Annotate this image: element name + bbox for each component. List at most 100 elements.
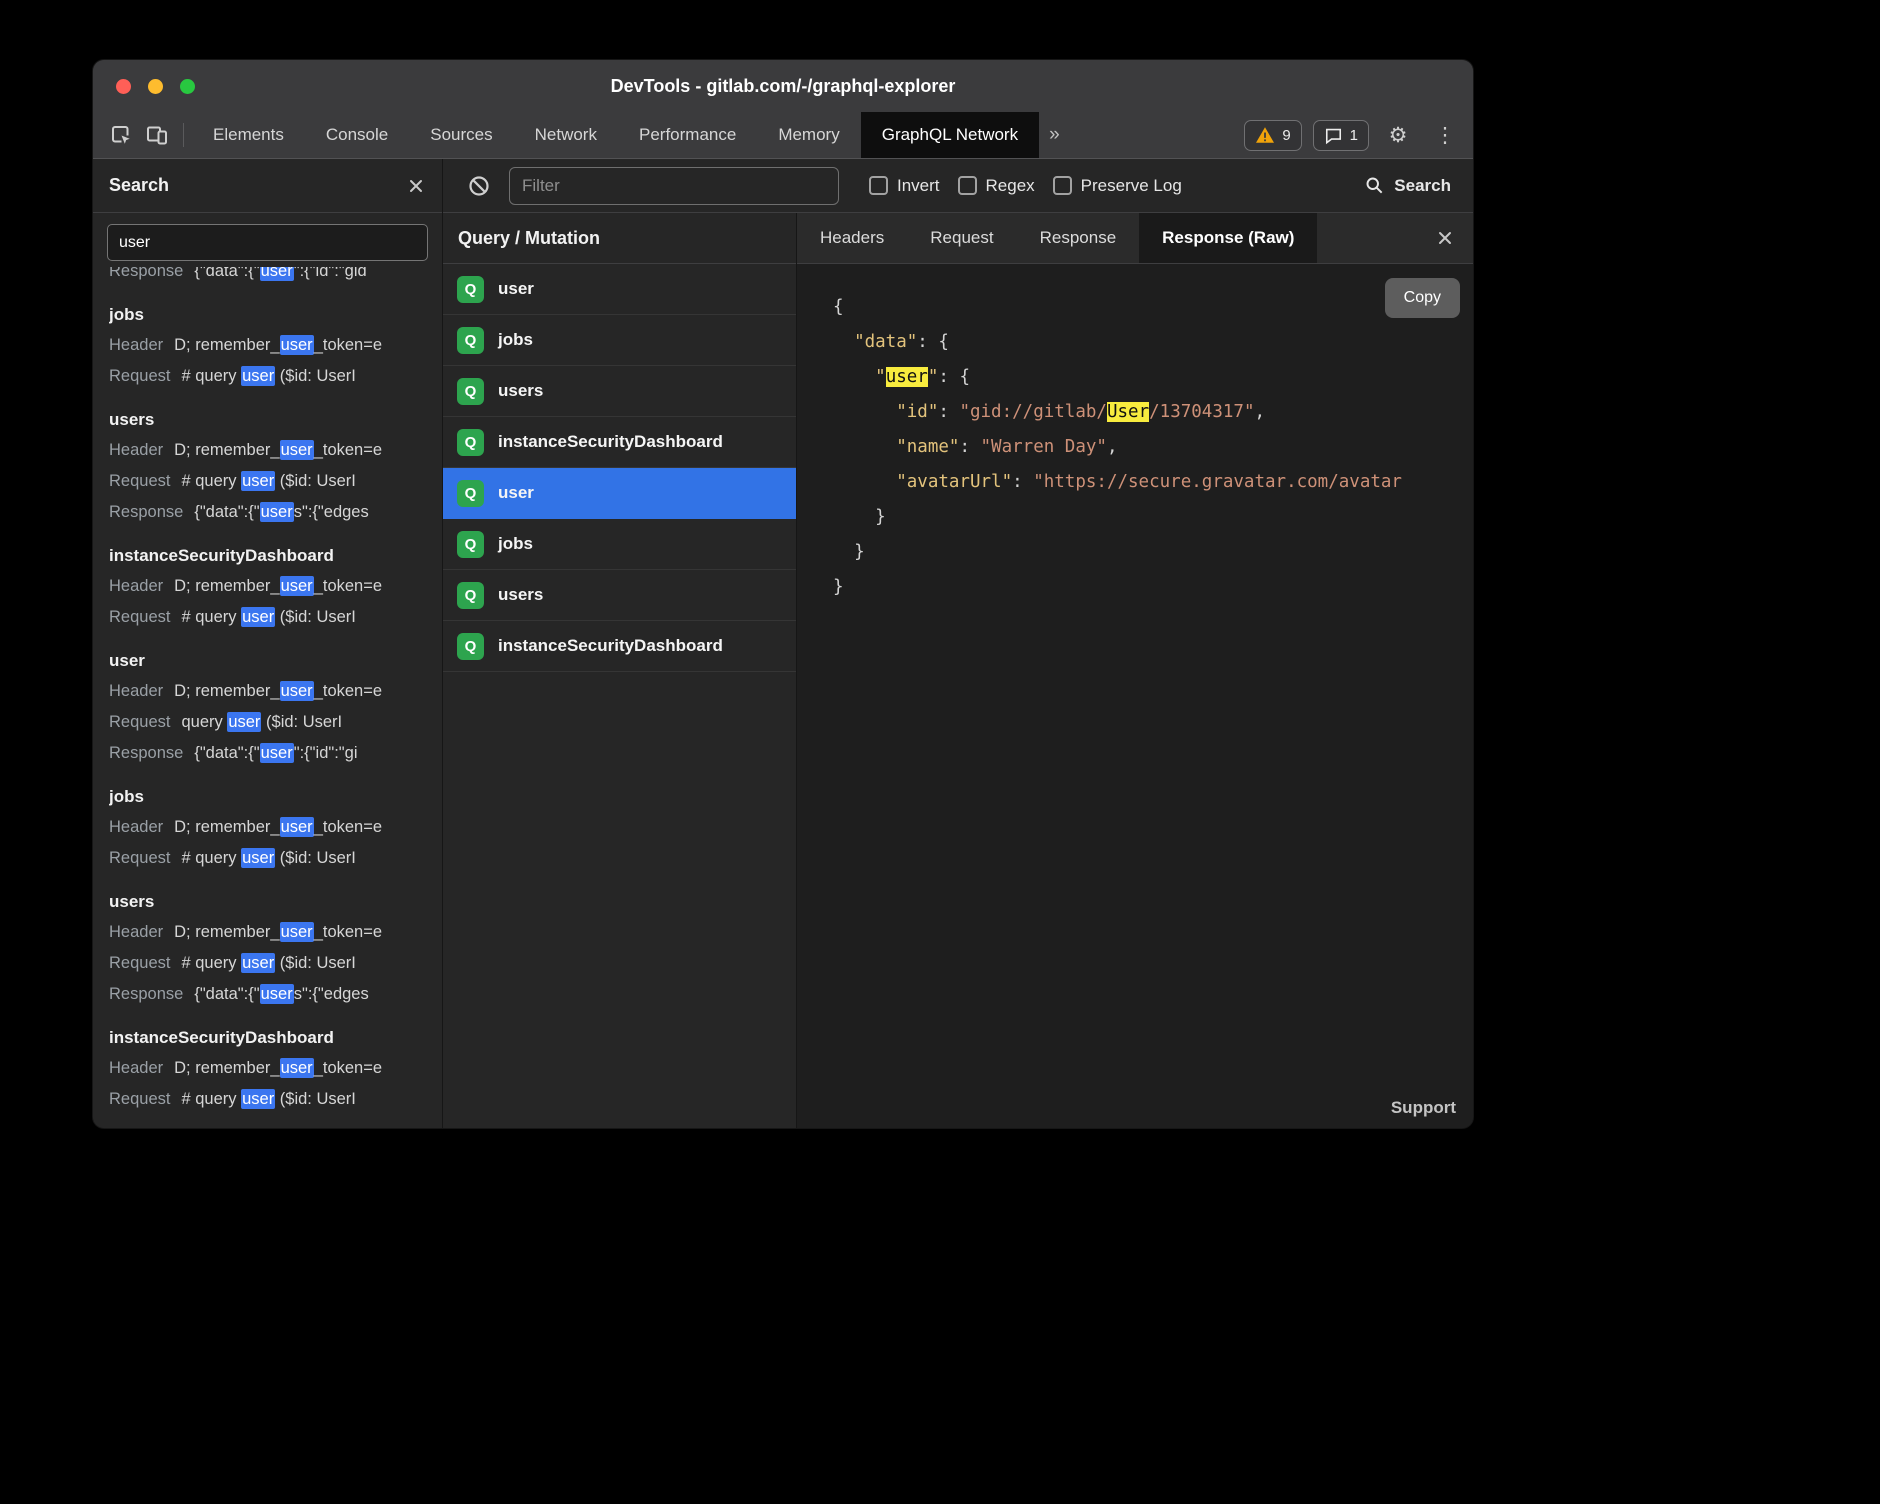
search-panel-header: Search bbox=[93, 159, 442, 213]
search-result-line[interactable]: HeaderD; remember_user_token=e bbox=[109, 1053, 426, 1084]
search-result-group-title[interactable]: users bbox=[109, 892, 426, 912]
result-line-content: # query user ($id: UserI bbox=[181, 471, 355, 491]
titlebar: DevTools - gitlab.com/-/graphql-explorer bbox=[93, 60, 1473, 112]
search-result-line[interactable]: Request# query user ($id: UserI bbox=[109, 843, 426, 874]
search-result-line[interactable]: Requestquery user ($id: UserI bbox=[109, 707, 426, 738]
more-tabs-chevron[interactable]: » bbox=[1039, 112, 1070, 158]
device-toolbar-icon[interactable] bbox=[139, 118, 175, 152]
result-line-label: Request bbox=[109, 367, 170, 385]
main-area: Search Response{"data":{"user":{"id":"gi… bbox=[93, 159, 1473, 1128]
toolbar-right: 9 1 ⚙ ⋮ bbox=[1244, 112, 1463, 158]
search-result-group-title[interactable]: user bbox=[109, 651, 426, 671]
search-match-highlight: user bbox=[227, 712, 261, 732]
support-link[interactable]: Support bbox=[1391, 1098, 1456, 1118]
query-list: QuserQjobsQusersQinstanceSecurityDashboa… bbox=[443, 264, 796, 672]
zoom-window-button[interactable] bbox=[180, 79, 195, 94]
search-result-line[interactable]: Request# query user ($id: UserI bbox=[109, 602, 426, 633]
search-match-highlight: user bbox=[241, 848, 275, 868]
search-result-line[interactable]: HeaderD; remember_user_token=e bbox=[109, 435, 426, 466]
result-line-content: # query user ($id: UserI bbox=[181, 366, 355, 386]
query-list-item[interactable]: Qusers bbox=[443, 366, 796, 417]
search-result-group-title[interactable]: jobs bbox=[109, 787, 426, 807]
minimize-window-button[interactable] bbox=[148, 79, 163, 94]
search-result-line[interactable]: Response{"data":{"users":{"edges bbox=[109, 979, 426, 1010]
query-panel-title: Query / Mutation bbox=[443, 213, 796, 264]
preserve-log-checkbox-box[interactable] bbox=[1053, 176, 1072, 195]
search-result-line[interactable]: HeaderD; remember_user_token=e bbox=[109, 676, 426, 707]
tab-console[interactable]: Console bbox=[305, 112, 409, 158]
query-list-item[interactable]: Qjobs bbox=[443, 519, 796, 570]
search-match-highlight: user bbox=[241, 953, 275, 973]
json-line: "data": { bbox=[833, 325, 1473, 360]
search-result-line[interactable]: Response{"data":{"user":{"id":"gid bbox=[109, 267, 426, 287]
kebab-menu-icon[interactable]: ⋮ bbox=[1427, 118, 1463, 152]
search-result-group-title[interactable]: instanceSecurityDashboard bbox=[109, 546, 426, 566]
copy-button[interactable]: Copy bbox=[1385, 278, 1460, 318]
search-match-highlight: user bbox=[241, 366, 275, 386]
tab-graphql-network[interactable]: GraphQL Network bbox=[861, 112, 1039, 158]
result-line-label: Request bbox=[109, 1090, 170, 1108]
search-result-line[interactable]: Request # query user ($id: UserI bbox=[109, 1084, 426, 1115]
devtools-window: DevTools - gitlab.com/-/graphql-explorer… bbox=[93, 60, 1473, 1128]
devtools-toolbar: ElementsConsoleSourcesNetworkPerformance… bbox=[93, 112, 1473, 159]
issues-count: 1 bbox=[1350, 127, 1358, 144]
search-result-line[interactable]: Response{"data":{"user":{"id":"gi bbox=[109, 738, 426, 769]
tab-performance[interactable]: Performance bbox=[618, 112, 757, 158]
response-tab-response-raw[interactable]: Response (Raw) bbox=[1139, 213, 1317, 263]
result-line-content: # query user ($id: UserI bbox=[181, 1089, 355, 1109]
search-result-line[interactable]: HeaderD; remember_user_token=e bbox=[109, 812, 426, 843]
close-window-button[interactable] bbox=[116, 79, 131, 94]
search-result-group-title[interactable]: jobs bbox=[109, 305, 426, 325]
search-result-group-title[interactable]: users bbox=[109, 410, 426, 430]
search-result-line[interactable]: Request# query user ($id: UserI bbox=[109, 466, 426, 497]
issues-badge[interactable]: 1 bbox=[1313, 120, 1369, 151]
inspect-element-icon[interactable] bbox=[103, 118, 139, 152]
tab-network[interactable]: Network bbox=[514, 112, 618, 158]
query-name: user bbox=[498, 279, 534, 299]
response-tab-response[interactable]: Response bbox=[1017, 213, 1140, 263]
search-input[interactable] bbox=[107, 224, 428, 261]
search-icon bbox=[1364, 175, 1385, 196]
preserve-log-checkbox-label: Preserve Log bbox=[1081, 176, 1182, 196]
invert-checkbox-box[interactable] bbox=[869, 176, 888, 195]
search-result-line[interactable]: Response{"data":{"users":{"edges bbox=[109, 497, 426, 528]
query-list-item[interactable]: Quser bbox=[443, 264, 796, 315]
search-result-group-title[interactable]: instanceSecurityDashboard bbox=[109, 1028, 426, 1048]
preserve-log-checkbox[interactable]: Preserve Log bbox=[1053, 176, 1182, 196]
invert-checkbox[interactable]: Invert bbox=[869, 176, 940, 196]
query-list-item[interactable]: QinstanceSecurityDashboard bbox=[443, 417, 796, 468]
response-tab-request[interactable]: Request bbox=[907, 213, 1016, 263]
query-list-item[interactable]: Qjobs bbox=[443, 315, 796, 366]
filter-checkboxes: Invert Regex Preserve Log bbox=[851, 176, 1182, 196]
regex-checkbox-box[interactable] bbox=[958, 176, 977, 195]
query-list-item[interactable]: Qusers bbox=[443, 570, 796, 621]
settings-gear-icon[interactable]: ⚙ bbox=[1380, 118, 1416, 152]
tab-memory[interactable]: Memory bbox=[757, 112, 860, 158]
window-title: DevTools - gitlab.com/-/graphql-explorer bbox=[93, 76, 1473, 97]
search-result-line[interactable]: HeaderD; remember_user_token=e bbox=[109, 330, 426, 361]
search-result-group: instanceSecurityDashboard HeaderD; rememb… bbox=[109, 1028, 426, 1115]
query-list-item[interactable]: Quser bbox=[443, 468, 796, 519]
search-result-line[interactable]: Request# query user ($id: UserI bbox=[109, 948, 426, 979]
clear-icon[interactable] bbox=[461, 169, 497, 203]
query-type-badge: Q bbox=[457, 378, 484, 405]
search-button[interactable]: Search bbox=[1364, 175, 1455, 196]
regex-checkbox[interactable]: Regex bbox=[958, 176, 1035, 196]
tab-sources[interactable]: Sources bbox=[409, 112, 513, 158]
filter-input[interactable] bbox=[509, 167, 839, 205]
response-tab-headers[interactable]: Headers bbox=[797, 213, 907, 263]
tab-elements[interactable]: Elements bbox=[192, 112, 305, 158]
query-name: jobs bbox=[498, 330, 533, 350]
search-result-line[interactable]: HeaderD; remember_user_token=e bbox=[109, 917, 426, 948]
search-result-group: jobsHeaderD; remember_user_token=eReques… bbox=[109, 305, 426, 392]
search-result-line[interactable]: Request # query user ($id: UserI bbox=[109, 361, 426, 392]
query-type-badge: Q bbox=[457, 480, 484, 507]
warning-badge[interactable]: 9 bbox=[1244, 120, 1301, 151]
search-match-highlight: user bbox=[280, 576, 314, 596]
search-result-line[interactable]: HeaderD; remember_user_token=e bbox=[109, 571, 426, 602]
search-match-highlight: user bbox=[280, 335, 314, 355]
query-list-item[interactable]: QinstanceSecurityDashboard bbox=[443, 621, 796, 672]
search-match-highlight: user bbox=[280, 1058, 314, 1078]
search-close-icon[interactable] bbox=[406, 176, 426, 196]
response-close-icon[interactable] bbox=[1417, 213, 1473, 263]
